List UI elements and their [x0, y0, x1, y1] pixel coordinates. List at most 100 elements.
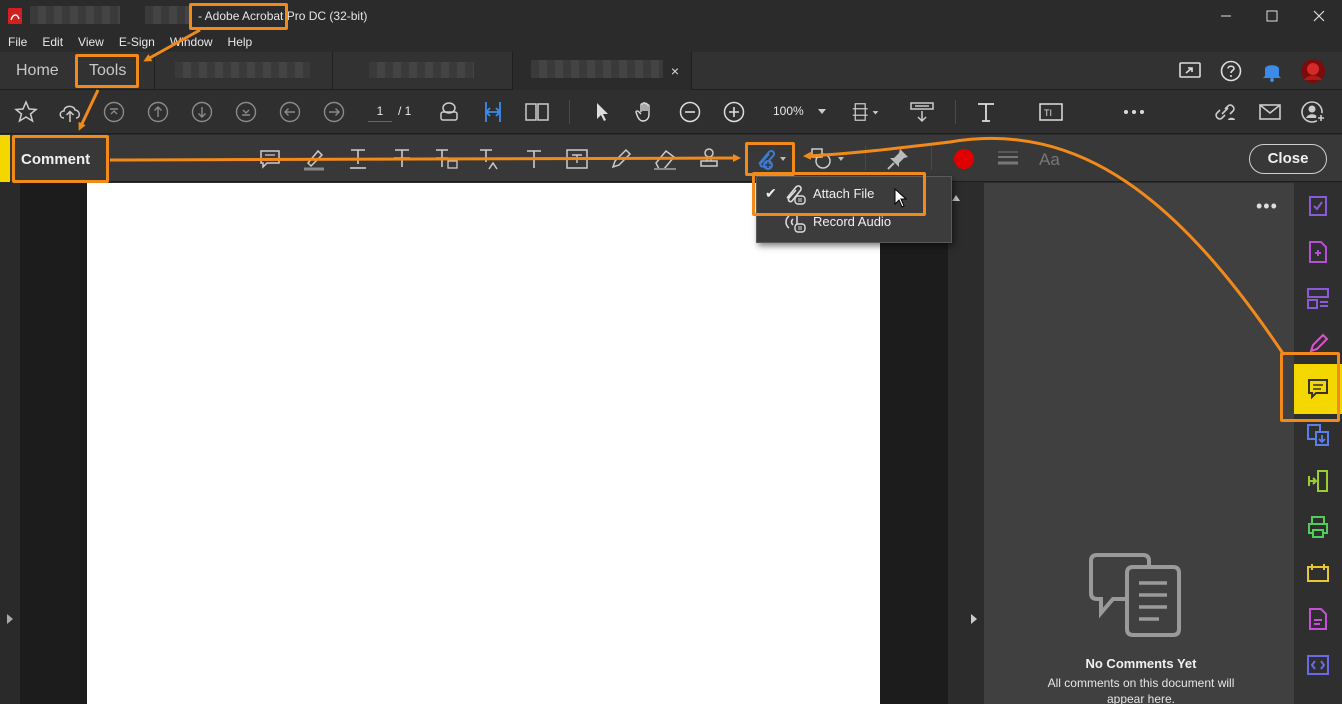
menu-file[interactable]: File	[0, 32, 34, 52]
two-page-icon[interactable]	[523, 98, 551, 126]
javascript-icon[interactable]	[1303, 650, 1333, 680]
comment-toolbar: Comment Aa	[0, 135, 1342, 182]
vertical-scrollbar[interactable]	[948, 183, 964, 704]
protect-icon[interactable]	[1303, 604, 1333, 634]
fill-sign-icon[interactable]	[1303, 191, 1333, 221]
fit-page-icon[interactable]	[479, 98, 507, 126]
mail-icon[interactable]	[1256, 98, 1284, 126]
annotation-comment-highlight	[12, 135, 109, 183]
menu-window[interactable]: Window	[162, 32, 220, 52]
eraser-icon[interactable]	[651, 145, 679, 173]
cloud-upload-icon[interactable]	[56, 98, 84, 126]
color-icon[interactable]	[950, 145, 978, 173]
sticky-note-icon[interactable]	[256, 145, 284, 173]
blurred-filename	[30, 6, 120, 24]
font-icon[interactable]: Aa	[1038, 145, 1066, 173]
collapse-pane-strip	[964, 183, 984, 704]
stamp-icon[interactable]	[695, 145, 723, 173]
star-icon[interactable]	[12, 98, 40, 126]
pin-icon[interactable]	[884, 145, 912, 173]
annotation-tools-highlight	[75, 54, 139, 88]
scroll-up-icon[interactable]	[952, 195, 960, 201]
text-box-icon[interactable]	[563, 145, 591, 173]
add-text-icon[interactable]	[520, 145, 548, 173]
compress-icon[interactable]	[1303, 466, 1333, 496]
print-icon[interactable]	[435, 98, 463, 126]
zoom-out-icon[interactable]	[676, 98, 704, 126]
forward-icon[interactable]	[320, 98, 348, 126]
blurred-tab-title	[175, 62, 310, 78]
close-window-button[interactable]	[1296, 0, 1342, 32]
maximize-icon	[1266, 10, 1278, 22]
redact-icon[interactable]	[1303, 558, 1333, 588]
prev-page-icon[interactable]	[144, 98, 172, 126]
notifications-bell-icon[interactable]	[1258, 57, 1286, 85]
print-production-icon[interactable]	[1303, 512, 1333, 542]
expand-left-panel-icon[interactable]	[6, 613, 14, 625]
blurred-filename-2	[145, 6, 190, 24]
pencil-icon[interactable]	[607, 145, 635, 173]
select-arrow-icon[interactable]	[588, 98, 616, 126]
toolbar-divider	[569, 100, 570, 124]
tab-home[interactable]: Home	[0, 52, 75, 90]
menu-help[interactable]: Help	[220, 32, 260, 52]
toolbar-divider	[931, 146, 932, 170]
annotation-comment-rail-highlight	[1280, 352, 1340, 422]
comments-more-icon[interactable]: •••	[1256, 196, 1278, 217]
page-layout-icon[interactable]	[852, 98, 880, 126]
main-toolbar: 1 / 1 100% TI	[0, 90, 1342, 134]
minimize-button[interactable]	[1203, 0, 1249, 32]
zoom-dropdown-chevron-icon[interactable]	[818, 109, 826, 114]
link-icon[interactable]	[1211, 98, 1239, 126]
last-page-icon[interactable]	[232, 98, 260, 126]
scroll-icon[interactable]	[908, 98, 936, 126]
svg-text:Aa: Aa	[1039, 150, 1060, 169]
zoom-in-icon[interactable]	[720, 98, 748, 126]
collapse-right-pane-icon[interactable]	[970, 613, 978, 625]
back-icon[interactable]	[276, 98, 304, 126]
help-icon[interactable]	[1217, 57, 1245, 85]
menu-view[interactable]: View	[70, 32, 111, 52]
page-number-input[interactable]: 1	[368, 100, 392, 122]
tab-close-icon[interactable]: ×	[671, 63, 679, 79]
tab-document-2[interactable]	[332, 52, 512, 90]
toolbar-divider	[955, 100, 956, 124]
annotation-title-highlight	[189, 3, 288, 30]
insert-text-icon[interactable]	[476, 145, 504, 173]
annotation-attach-highlight	[745, 142, 795, 176]
maximize-button[interactable]	[1249, 0, 1295, 32]
zoom-value[interactable]: 100%	[773, 104, 804, 118]
share-screen-icon[interactable]	[1176, 57, 1204, 85]
page-total: / 1	[398, 104, 412, 118]
shapes-icon[interactable]	[808, 145, 848, 173]
pdf-page[interactable]	[87, 183, 880, 704]
menu-edit[interactable]: Edit	[34, 32, 70, 52]
acrobat-logo-icon	[8, 8, 22, 24]
text-field-icon[interactable]: TI	[1037, 98, 1065, 126]
blurred-tab-title	[531, 60, 663, 78]
line-weight-icon[interactable]	[994, 145, 1022, 173]
account-add-icon[interactable]	[1300, 98, 1328, 126]
next-page-icon[interactable]	[188, 98, 216, 126]
annotation-attach-file-highlight	[752, 172, 926, 216]
export-pdf-icon[interactable]	[1303, 420, 1333, 450]
left-panel-strip	[0, 183, 20, 704]
replace-text-icon[interactable]	[432, 145, 460, 173]
first-page-icon[interactable]	[100, 98, 128, 126]
more-icon[interactable]	[1120, 98, 1148, 126]
menu-esign[interactable]: E-Sign	[111, 32, 162, 52]
close-icon	[1313, 10, 1325, 22]
no-comments-icon	[1089, 553, 1181, 637]
user-avatar[interactable]	[1299, 57, 1327, 85]
strikethrough-icon[interactable]	[388, 145, 416, 173]
highlight-icon[interactable]	[300, 145, 328, 173]
organize-pages-icon[interactable]	[1303, 283, 1333, 313]
tab-document-active[interactable]: ×	[512, 52, 692, 90]
hand-icon[interactable]	[632, 98, 660, 126]
tab-bar: Home Tools ×	[0, 52, 1342, 90]
tab-document-1[interactable]	[154, 52, 332, 90]
create-pdf-icon[interactable]	[1303, 237, 1333, 267]
underline-icon[interactable]	[344, 145, 372, 173]
close-comment-button[interactable]: Close	[1249, 144, 1327, 174]
text-icon[interactable]	[972, 98, 1000, 126]
